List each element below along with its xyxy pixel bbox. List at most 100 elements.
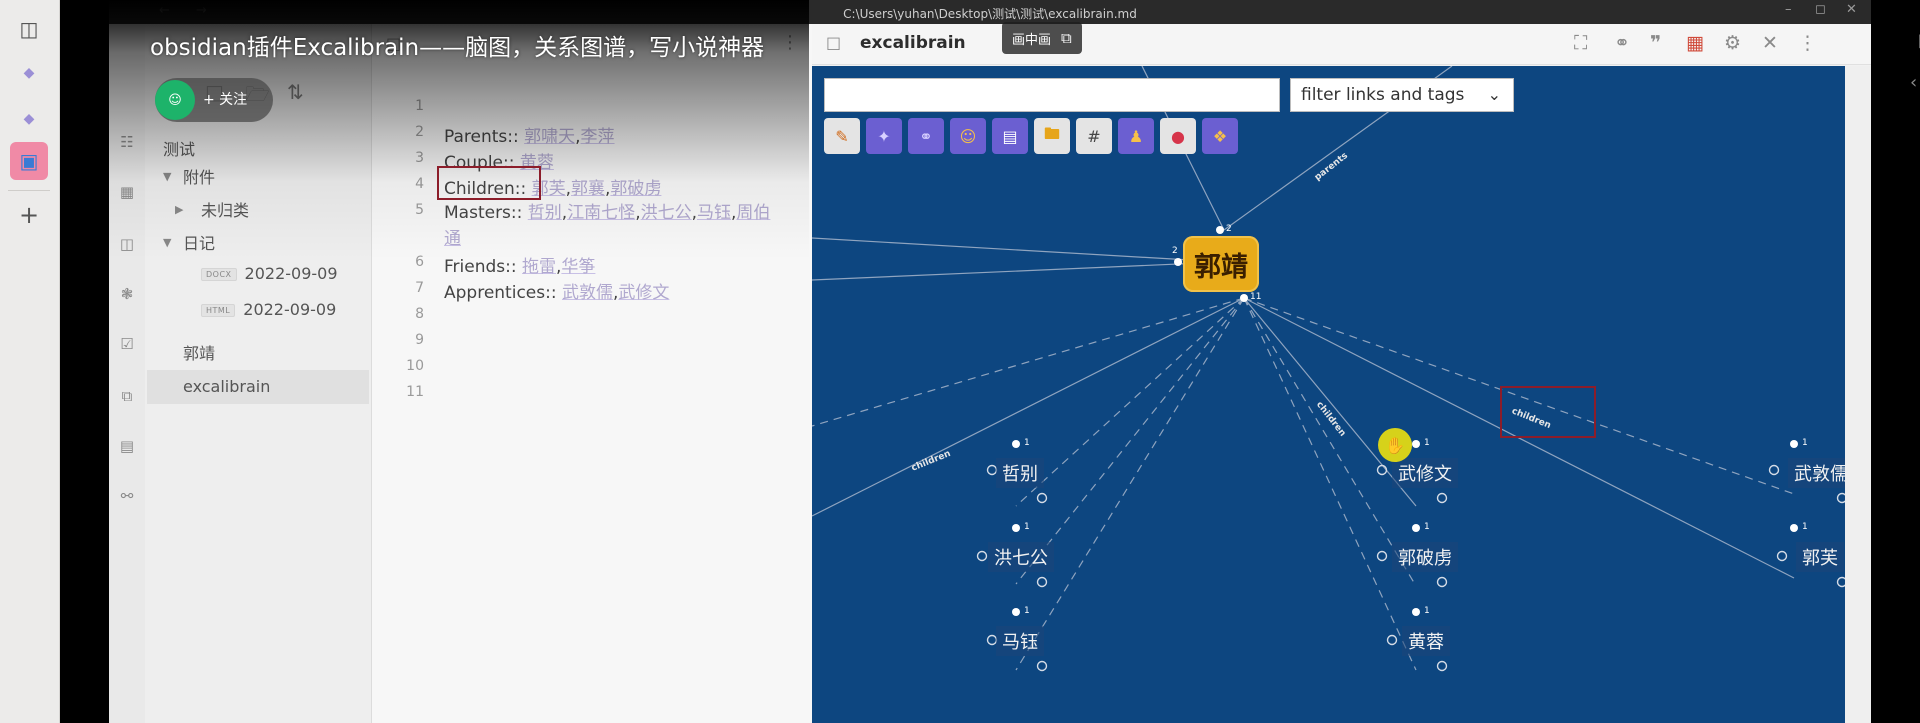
note-link[interactable]: 马钰 <box>697 203 731 223</box>
more-options-icon[interactable]: ⋮ <box>781 32 799 53</box>
graph-node[interactable]: 郭芙 <box>1796 542 1844 572</box>
graph-edge <box>1015 297 1245 671</box>
file-guojing[interactable]: 郭靖 <box>183 340 215 364</box>
filter-links-dropdown[interactable]: filter links and tags ⌄ <box>1290 78 1514 112</box>
hash-icon[interactable]: # <box>1076 118 1112 154</box>
maximize-icon[interactable]: ◻ <box>1815 2 1826 17</box>
follow-button[interactable]: + 关注 <box>203 89 247 109</box>
link-count: 1 <box>1802 522 1808 532</box>
video-title: obsidian插件Excalibrain——脑图，关系图谱，写小说神器 <box>150 35 765 61</box>
note-link[interactable]: 郭破虏 <box>610 179 661 199</box>
save-icon[interactable]: ▦ <box>1686 32 1704 54</box>
folder-icon[interactable]: 🖿 <box>1034 118 1070 154</box>
pip-icon: ⧉ <box>1061 29 1072 47</box>
graph-edge <box>1243 297 1795 579</box>
wand-icon[interactable]: ✦ <box>866 118 902 154</box>
editor-line-apprentices[interactable]: Apprentices:: 武敦儒,武修文 <box>444 278 669 303</box>
note-link[interactable]: 武敦儒 <box>562 283 613 303</box>
note-link[interactable]: 哲别 <box>528 203 562 223</box>
pencil-icon[interactable]: ✎ <box>824 118 860 154</box>
excalibrain-pane: □ excalibrain ⛶ ⚭ ❞ ▦ ⚙ ✕ ⋮ filter links… <box>812 24 1871 723</box>
graph-node[interactable]: 黄蓉 <box>1402 626 1450 656</box>
line-number: 2 <box>415 124 424 140</box>
note-link[interactable]: 江南七怪 <box>567 203 635 223</box>
link-icon[interactable]: ⚭ <box>1614 32 1630 54</box>
note-link[interactable]: 拖雷 <box>522 257 556 277</box>
folder-diary[interactable]: 日记 <box>183 230 215 254</box>
graph-node[interactable]: 武敦儒 <box>1788 458 1845 488</box>
window-titlebar: ← → C:\Users\yuhan\Desktop\测试\测试\excalib… <box>109 0 1871 24</box>
graph-node[interactable]: 洪七公 <box>988 542 1054 572</box>
editor-line-parents[interactable]: Parents:: 郭啸天,李萍 <box>444 122 615 147</box>
editor-line-friends[interactable]: Friends:: 拖雷,华筝 <box>444 252 595 277</box>
sidebar-toggle-icon[interactable]: ◫ <box>10 10 48 48</box>
smile-icon[interactable]: ☺ <box>950 118 986 154</box>
more-options-icon[interactable]: ⋮ <box>1798 32 1817 54</box>
link-count: 1 <box>1024 606 1030 616</box>
link-icon[interactable]: ⚯ <box>117 486 137 506</box>
chevron-right-icon[interactable]: ▶ <box>175 203 183 216</box>
folder-root[interactable]: 测试 <box>163 136 195 160</box>
note-link[interactable]: 武修文 <box>618 283 669 303</box>
puzzle-icon[interactable]: ❖ <box>1202 118 1238 154</box>
right-sidebar-strip <box>1845 66 1871 723</box>
add-icon[interactable]: + <box>10 196 48 234</box>
obsidian-vault-icon[interactable]: ◆ <box>10 54 48 92</box>
calendar-icon[interactable]: ☑ <box>117 334 137 354</box>
graph-canvas[interactable]: filter links and tags ⌄ ✎ ✦ ⚭ ☺ ▤ 🖿 # ♟ … <box>812 66 1845 723</box>
picture-in-picture-button[interactable]: 画中画 ⧉ <box>1002 22 1082 54</box>
chevron-left-icon[interactable]: ‹ <box>1910 72 1917 93</box>
bilibili-icon[interactable]: ▣ <box>10 142 48 180</box>
stack-icon[interactable]: ▤ <box>117 436 137 456</box>
link-icon[interactable]: ⚭ <box>908 118 944 154</box>
file-html[interactable]: HTML 2022-09-09 <box>201 300 336 319</box>
folder-uncategorized[interactable]: 未归类 <box>201 197 249 221</box>
quote-icon[interactable]: ❞ <box>1650 32 1661 54</box>
chevron-down-icon: ⌄ <box>1487 85 1501 104</box>
file-icon[interactable]: ◫ <box>117 234 137 254</box>
link-count: 1 <box>1424 438 1430 448</box>
graph-tab-header: □ excalibrain ⛶ ⚭ ❞ ▦ ⚙ ✕ ⋮ <box>812 24 1871 65</box>
minimize-icon[interactable]: – <box>1785 2 1792 17</box>
graph-node[interactable]: 哲别 <box>996 458 1044 488</box>
file-excalibrain[interactable]: excalibrain <box>147 370 369 404</box>
avatar[interactable]: ☺ <box>155 80 195 120</box>
sort-icon[interactable]: ⇅ <box>287 80 304 104</box>
field-key: Friends:: <box>444 257 517 277</box>
obsidian-vault-icon[interactable]: ◆ <box>10 100 48 138</box>
file-icon: □ <box>826 33 842 52</box>
group-icon[interactable]: ♟ <box>1118 118 1154 154</box>
editor-line-masters[interactable]: Masters:: 哲别,江南七怪,洪七公,马钰,周伯通 <box>444 200 774 252</box>
file-type-badge: HTML <box>201 304 236 317</box>
note-link[interactable]: 华筝 <box>561 257 595 277</box>
chevron-down-icon[interactable]: ▼ <box>163 170 171 183</box>
settings-icon[interactable]: ⚙ <box>1724 32 1741 54</box>
note-link[interactable]: 李萍 <box>581 127 615 147</box>
graph-icon[interactable]: ❃ <box>117 284 137 304</box>
close-window-icon[interactable]: ✕ <box>1846 2 1857 17</box>
line-number: 9 <box>415 332 424 348</box>
pin-icon[interactable]: ● <box>1160 118 1196 154</box>
note-link[interactable]: 郭啸天 <box>524 127 575 147</box>
folder-attachments[interactable]: 附件 <box>183 164 215 188</box>
note-link[interactable]: 洪七公 <box>641 203 692 223</box>
page-icon[interactable]: ▤ <box>992 118 1028 154</box>
field-key: Masters:: <box>444 203 523 223</box>
file-docx[interactable]: DOCX 2022-09-09 <box>201 264 338 283</box>
graph-tab-title[interactable]: excalibrain <box>860 33 966 53</box>
graph-node[interactable]: 郭破虏 <box>1392 542 1458 572</box>
graph-node[interactable]: 马钰 <box>996 626 1044 656</box>
graph-search-input[interactable] <box>824 78 1280 112</box>
line-number: 1 <box>415 98 424 114</box>
graph-edge <box>1015 297 1245 507</box>
book-icon[interactable]: ☷ <box>117 132 137 152</box>
note-link[interactable]: 郭襄 <box>571 179 605 199</box>
line-number: 5 <box>415 202 424 218</box>
table-icon[interactable]: ▦ <box>117 182 137 202</box>
center-node[interactable]: 郭靖 <box>1183 236 1259 292</box>
copy-icon[interactable]: ⧉ <box>117 386 137 406</box>
fullscreen-icon[interactable]: ⛶ <box>1574 32 1587 54</box>
graph-node[interactable]: 武修文 <box>1392 458 1458 488</box>
chevron-down-icon[interactable]: ▼ <box>163 236 171 249</box>
close-icon[interactable]: ✕ <box>1762 32 1778 54</box>
